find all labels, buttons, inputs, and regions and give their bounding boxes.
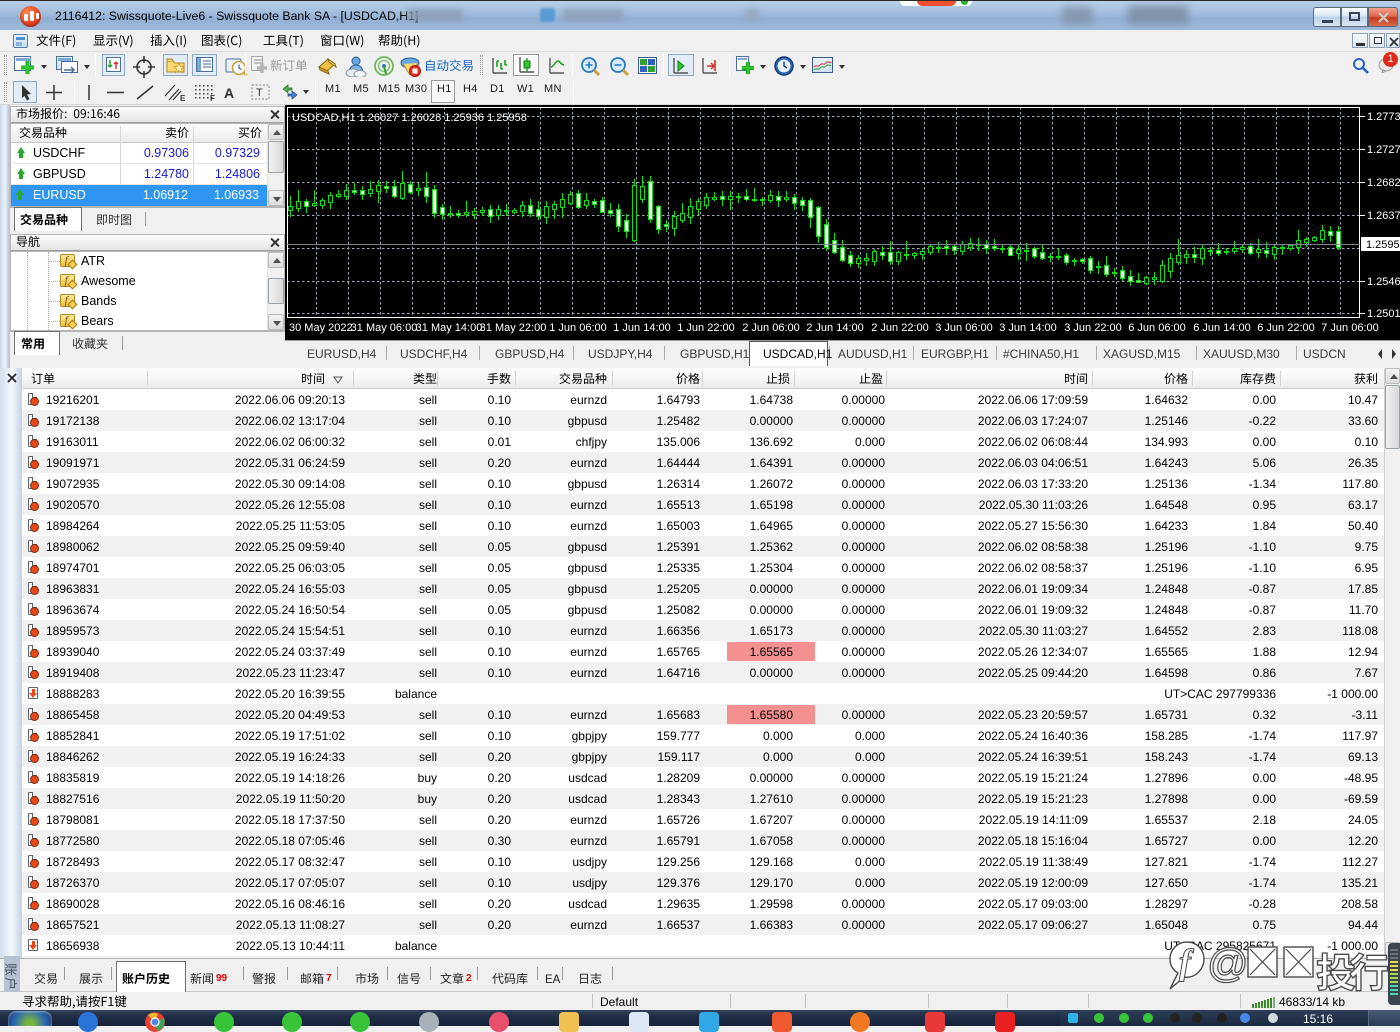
svg-text:1 Jun 06:00: 1 Jun 06:00 — [549, 322, 607, 334]
svg-text:1.27270: 1.27270 — [1367, 144, 1400, 156]
svg-text:1.25460: 1.25460 — [1367, 276, 1400, 288]
svg-text:1.25958: 1.25958 — [1366, 239, 1400, 251]
svg-text:6 Jun 22:00: 6 Jun 22:00 — [1257, 322, 1315, 334]
svg-text:3 Jun 14:00: 3 Jun 14:00 — [999, 322, 1057, 334]
svg-text:31 May 06:00: 31 May 06:00 — [351, 322, 418, 334]
svg-text:E: E — [180, 94, 186, 102]
svg-text:USDCAD,H1 1.26027 1.26028 1.2: USDCAD,H1 1.26027 1.26028 1.25936 1.2595… — [292, 112, 527, 124]
svg-text:3 Jun 06:00: 3 Jun 06:00 — [935, 322, 993, 334]
svg-text:31 May 14:00: 31 May 14:00 — [416, 322, 483, 334]
svg-text:1.27730: 1.27730 — [1367, 111, 1400, 123]
svg-text:30 May 2022: 30 May 2022 — [289, 322, 353, 334]
svg-text:F: F — [210, 94, 215, 102]
svg-text:@: @ — [1207, 940, 1249, 986]
svg-text:31 May 22:00: 31 May 22:00 — [480, 322, 547, 334]
svg-text:7 Jun 06:00: 7 Jun 06:00 — [1321, 322, 1379, 334]
svg-text:1.26370: 1.26370 — [1367, 210, 1400, 222]
svg-text:3 Jun 22:00: 3 Jun 22:00 — [1064, 322, 1122, 334]
svg-text:2 Jun 14:00: 2 Jun 14:00 — [806, 322, 864, 334]
svg-text:6 Jun 14:00: 6 Jun 14:00 — [1193, 322, 1251, 334]
svg-text:2 Jun 06:00: 2 Jun 06:00 — [742, 322, 800, 334]
svg-text:1 Jun 14:00: 1 Jun 14:00 — [613, 322, 671, 334]
svg-text:1 Jun 22:00: 1 Jun 22:00 — [677, 322, 735, 334]
svg-text:T: T — [256, 87, 263, 99]
svg-text:1.25010: 1.25010 — [1367, 308, 1400, 320]
svg-text:2 Jun 22:00: 2 Jun 22:00 — [871, 322, 929, 334]
svg-text:1.26820: 1.26820 — [1367, 177, 1400, 189]
svg-text:6 Jun 06:00: 6 Jun 06:00 — [1128, 322, 1186, 334]
